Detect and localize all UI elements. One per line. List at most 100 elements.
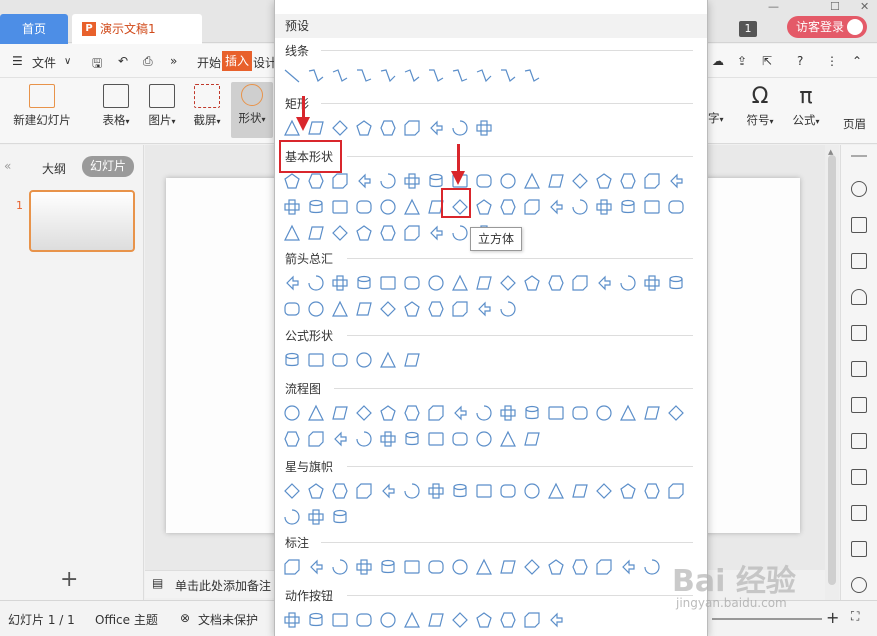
sidebar-table-icon[interactable] (851, 325, 867, 341)
shape-option[interactable] (595, 404, 613, 422)
fit-window-icon[interactable]: ⛶ (851, 609, 859, 624)
shape-option[interactable] (499, 482, 517, 500)
shape-option[interactable] (283, 611, 301, 629)
shape-option[interactable] (427, 611, 445, 629)
shape-option[interactable] (403, 558, 421, 576)
shape-option[interactable] (307, 404, 325, 422)
shape-option[interactable] (427, 119, 445, 137)
shape-option[interactable] (331, 274, 349, 292)
shape-option[interactable] (379, 404, 397, 422)
shape-option[interactable] (499, 430, 517, 448)
print-icon[interactable]: ⎙ (143, 54, 153, 69)
shape-option[interactable] (451, 274, 469, 292)
shape-option[interactable] (475, 611, 493, 629)
shape-option[interactable] (379, 119, 397, 137)
shape-option[interactable] (331, 611, 349, 629)
shape-option[interactable] (307, 66, 325, 84)
sidebar-share-icon[interactable] (851, 505, 867, 521)
shape-option[interactable] (475, 482, 493, 500)
shape-option[interactable] (331, 66, 349, 84)
shape-option[interactable] (667, 274, 685, 292)
cloud-icon[interactable]: ☁ (712, 54, 724, 68)
shape-option[interactable] (379, 430, 397, 448)
shape-option[interactable] (331, 172, 349, 190)
shape-option[interactable] (595, 274, 613, 292)
chevron-down-icon[interactable]: ∨ (64, 56, 71, 67)
shape-option[interactable] (379, 611, 397, 629)
shape-option[interactable] (475, 198, 493, 216)
shape-option[interactable] (643, 404, 661, 422)
shape-option[interactable] (523, 558, 541, 576)
shape-option[interactable] (355, 482, 373, 500)
collapse-ribbon-icon[interactable]: ⌃ (852, 54, 862, 68)
shape-option[interactable] (307, 351, 325, 369)
shape-option[interactable] (307, 224, 325, 242)
shape-option[interactable] (403, 198, 421, 216)
more-options-icon[interactable]: ⋮ (826, 54, 838, 68)
shape-option[interactable] (595, 172, 613, 190)
shape-option[interactable] (355, 351, 373, 369)
shape-option[interactable] (427, 482, 445, 500)
shape-option[interactable] (379, 482, 397, 500)
shape-option[interactable] (547, 482, 565, 500)
shape-option[interactable] (307, 558, 325, 576)
shape-option[interactable] (379, 172, 397, 190)
shape-option[interactable] (307, 198, 325, 216)
shape-option[interactable] (619, 404, 637, 422)
sidebar-grid-icon[interactable] (851, 361, 867, 377)
save-icon[interactable]: 🖫 (92, 54, 102, 75)
symbol-button[interactable]: Ω 符号▾ (740, 84, 780, 128)
shape-option[interactable] (427, 66, 445, 84)
shape-option[interactable] (283, 404, 301, 422)
shape-option[interactable] (427, 274, 445, 292)
shape-option[interactable] (643, 198, 661, 216)
maximize-icon[interactable]: ☐ (830, 0, 840, 13)
shape-option[interactable] (355, 404, 373, 422)
shape-option[interactable] (523, 172, 541, 190)
collapse-pane-icon[interactable]: « (4, 159, 11, 173)
shape-option[interactable] (547, 274, 565, 292)
tab-slides[interactable]: 幻灯片 (82, 156, 135, 177)
shape-option[interactable] (595, 198, 613, 216)
shape-option[interactable] (547, 172, 565, 190)
shape-option[interactable] (499, 274, 517, 292)
theme-name[interactable]: Office 主题 (95, 611, 158, 628)
undo-icon[interactable]: ↶ (118, 54, 128, 68)
shape-option[interactable] (379, 66, 397, 84)
shape-option[interactable] (283, 198, 301, 216)
new-slide-button[interactable]: 新建幻灯片 (6, 84, 78, 128)
shape-option[interactable] (355, 558, 373, 576)
shape-option[interactable] (451, 430, 469, 448)
shape-option[interactable] (571, 558, 589, 576)
window-count-badge[interactable]: 1 (739, 21, 757, 37)
shape-option[interactable] (547, 558, 565, 576)
shape-option[interactable] (571, 482, 589, 500)
shape-option[interactable] (499, 300, 517, 318)
shape-option[interactable] (475, 66, 493, 84)
sidebar-help-icon[interactable] (851, 577, 867, 593)
shape-option[interactable] (283, 274, 301, 292)
shape-option[interactable] (427, 558, 445, 576)
shape-option[interactable] (451, 119, 469, 137)
shape-button[interactable]: 形状▾ (231, 82, 273, 138)
menu-insert[interactable]: 插入 (222, 51, 253, 71)
shape-option[interactable] (307, 482, 325, 500)
shape-option[interactable] (355, 66, 373, 84)
shape-option[interactable] (307, 430, 325, 448)
export-icon[interactable]: ⇱ (762, 54, 772, 68)
shape-option[interactable] (307, 508, 325, 526)
shape-option[interactable] (403, 224, 421, 242)
shape-option[interactable] (499, 172, 517, 190)
more-icon[interactable]: » (170, 54, 177, 68)
shape-option[interactable] (307, 274, 325, 292)
shape-option[interactable] (451, 224, 469, 242)
shape-option[interactable] (451, 404, 469, 422)
shape-option[interactable] (451, 482, 469, 500)
shape-option[interactable] (355, 224, 373, 242)
shape-option[interactable] (331, 300, 349, 318)
sidebar-eraser-icon[interactable] (851, 289, 867, 305)
zoom-slider[interactable] (712, 618, 822, 620)
image-button[interactable]: 图片▾ (142, 84, 182, 128)
shape-option[interactable] (499, 611, 517, 629)
sidebar-copy-icon[interactable] (851, 217, 867, 233)
